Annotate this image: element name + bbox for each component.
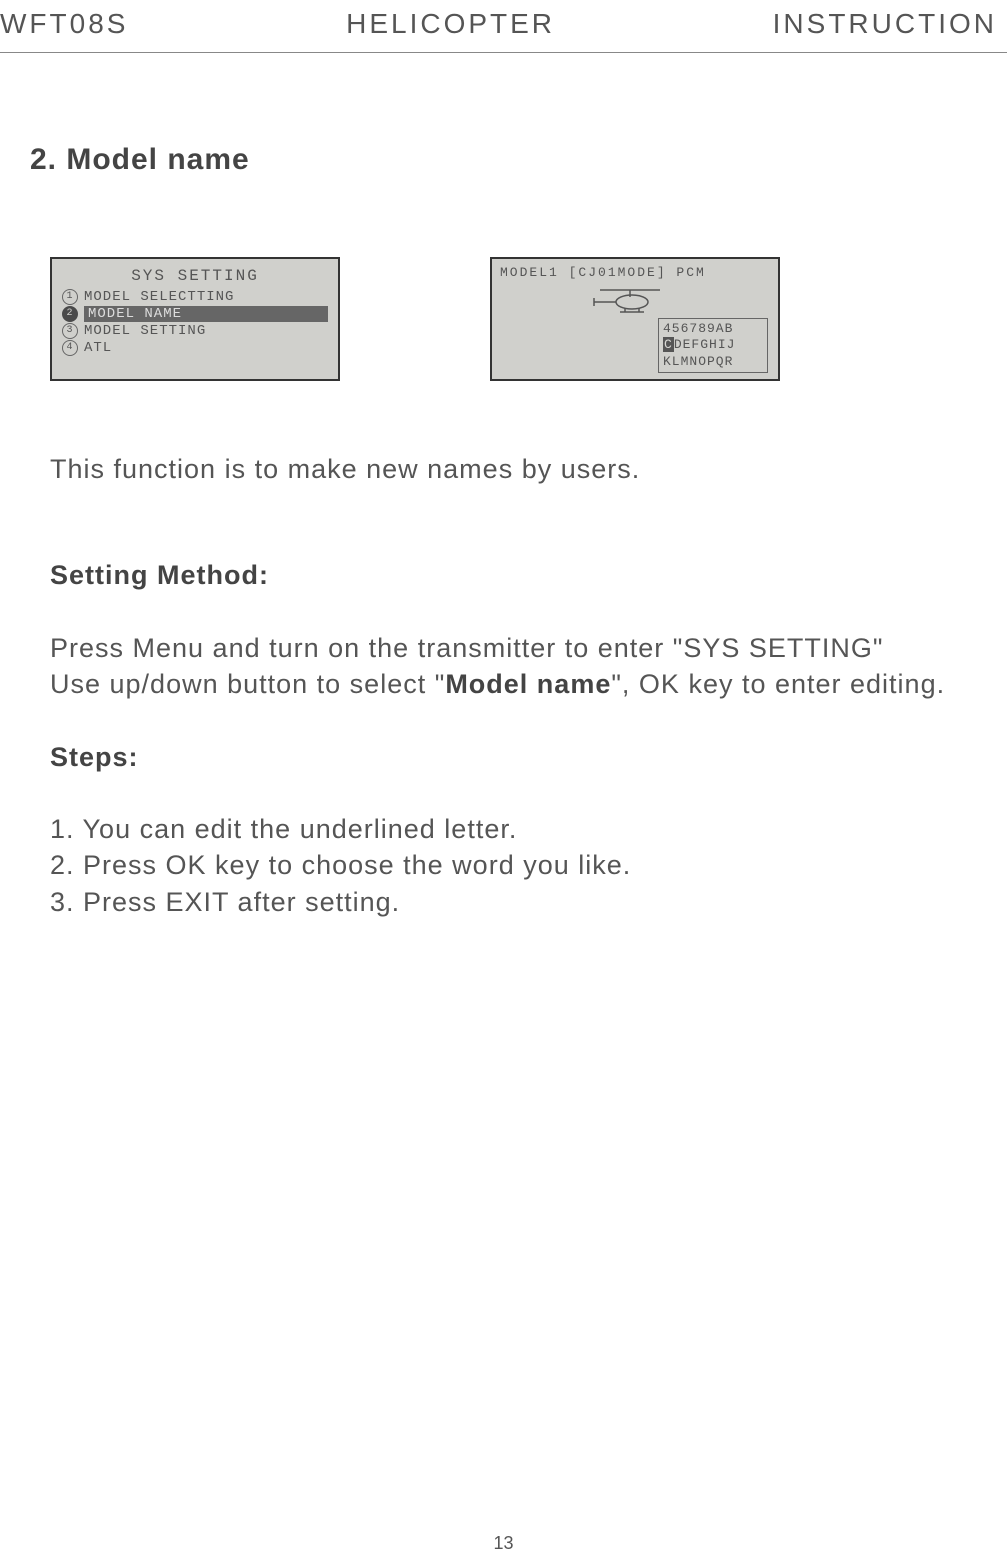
lcd-menu-item: 4 ATL [62, 340, 328, 356]
char-row: KLMNOPQR [663, 354, 763, 370]
page-number: 13 [493, 1533, 513, 1554]
char-row-rest: DEFGHIJ [674, 337, 736, 352]
steps-list: 1. You can edit the underlined letter. 2… [50, 811, 967, 920]
header-category: HELICOPTER [346, 8, 555, 40]
lcd-model-name: MODEL1 [CJ01MODE] PCM 456789AB CDEFGHIJ … [490, 257, 780, 381]
lcd-right-header: MODEL1 [CJ01MODE] PCM [500, 265, 770, 280]
menu-number-icon: 1 [62, 289, 78, 305]
setting-method-line1: Press Menu and turn on the transmitter t… [50, 630, 967, 666]
lcd-menu-item-selected: 2 MODEL NAME [62, 306, 328, 322]
char-cursor: C [663, 337, 674, 352]
menu-number-icon: 3 [62, 323, 78, 339]
steps-heading: Steps: [50, 739, 967, 775]
step-item: 3. Press EXIT after setting. [50, 884, 967, 920]
lcd-sys-setting: SYS SETTING 1 MODEL SELECTTING 2 MODEL N… [50, 257, 340, 381]
text-part: ", OK key to enter editing. [611, 669, 945, 699]
lcd-left-title: SYS SETTING [62, 267, 328, 285]
menu-label: ATL [84, 340, 112, 356]
lcd-screens-row: SYS SETTING 1 MODEL SELECTTING 2 MODEL N… [30, 257, 967, 381]
text-bold: Model name [445, 669, 611, 699]
character-grid: 456789AB CDEFGHIJ KLMNOPQR [658, 318, 768, 373]
setting-method-line2: Use up/down button to select "Model name… [50, 666, 967, 702]
menu-label: MODEL NAME [84, 306, 328, 322]
helicopter-icon [590, 284, 680, 314]
menu-number-icon: 2 [62, 306, 78, 322]
menu-label: MODEL SETTING [84, 323, 206, 339]
setting-method-heading: Setting Method: [50, 557, 967, 593]
lcd-menu-item: 3 MODEL SETTING [62, 323, 328, 339]
step-item: 2. Press OK key to choose the word you l… [50, 847, 967, 883]
char-row: CDEFGHIJ [663, 337, 763, 353]
intro-text: This function is to make new names by us… [50, 451, 967, 487]
text-part: Use up/down button to select " [50, 669, 445, 699]
header-type: INSTRUCTION [773, 8, 997, 40]
lcd-menu-item: 1 MODEL SELECTTING [62, 289, 328, 305]
page-content: 2. Model name SYS SETTING 1 MODEL SELECT… [0, 53, 1007, 920]
page-header: WFT08S HELICOPTER INSTRUCTION [0, 0, 1007, 53]
section-title: 2. Model name [30, 143, 967, 177]
char-row: 456789AB [663, 321, 763, 337]
header-model: WFT08S [0, 8, 128, 40]
body-text: This function is to make new names by us… [30, 451, 967, 921]
menu-number-icon: 4 [62, 340, 78, 356]
step-item: 1. You can edit the underlined letter. [50, 811, 967, 847]
menu-label: MODEL SELECTTING [84, 289, 234, 305]
